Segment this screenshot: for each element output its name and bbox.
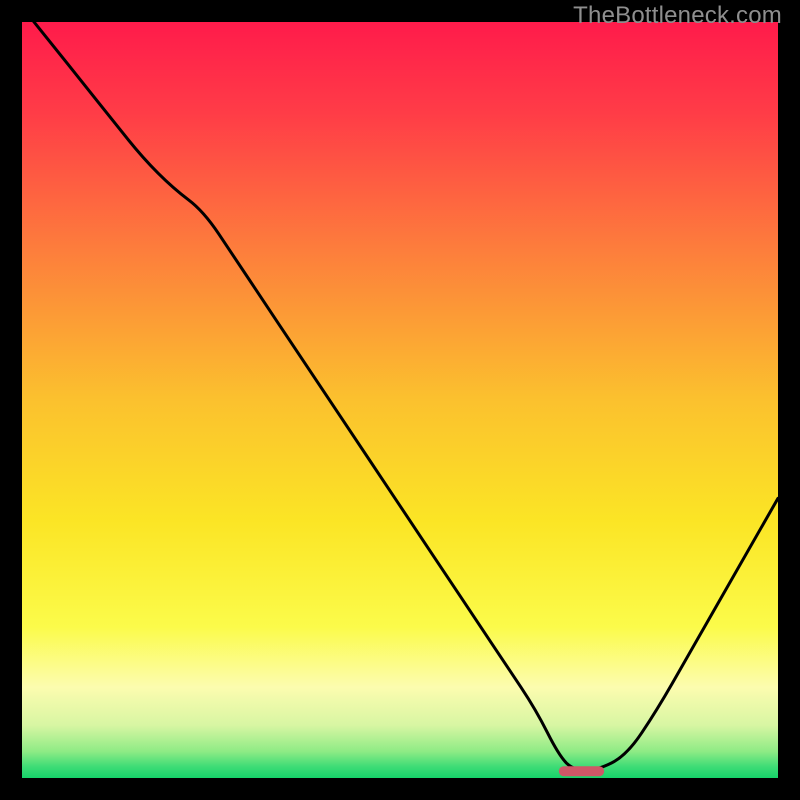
optimal-marker — [559, 766, 604, 776]
bottleneck-chart — [22, 22, 778, 778]
gradient-background — [22, 22, 778, 778]
watermark-text: TheBottleneck.com — [573, 2, 782, 30]
chart-frame — [22, 22, 778, 778]
